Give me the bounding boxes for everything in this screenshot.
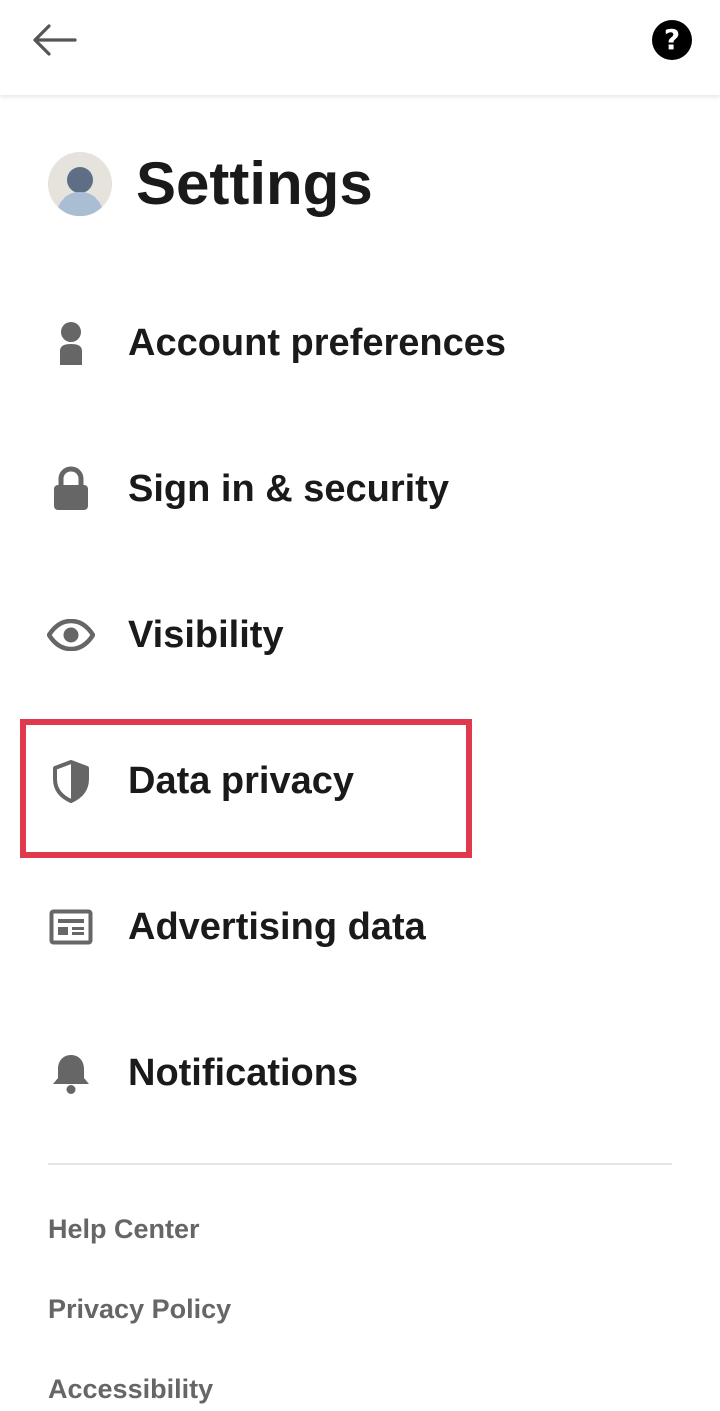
settings-item-sign-in-security[interactable]: Sign in & security [0,416,720,562]
eye-icon [46,610,96,660]
settings-item-account-preferences[interactable]: Account preferences [0,270,720,416]
settings-item-label: Advertising data [128,906,426,948]
settings-item-advertising-data[interactable]: Advertising data [0,854,720,1000]
lock-icon [46,464,96,514]
settings-item-notifications[interactable]: Notifications [0,1000,720,1146]
settings-item-data-privacy[interactable]: Data privacy [0,708,720,854]
settings-item-visibility[interactable]: Visibility [0,562,720,708]
footer-link-accessibility[interactable]: Accessibility [48,1369,213,1409]
back-button[interactable] [22,14,86,66]
settings-item-label: Visibility [128,614,284,656]
settings-item-label: Account preferences [128,322,507,364]
settings-item-label: Notifications [128,1052,359,1094]
arrow-left-icon [33,24,77,56]
newspaper-icon [46,902,96,952]
question-circle-icon: ? [652,20,692,60]
avatar[interactable] [48,152,112,216]
top-app-bar: ? [0,0,720,95]
settings-item-label: Sign in & security [128,468,449,510]
help-button[interactable]: ? [646,14,698,66]
divider [48,1163,672,1165]
footer-link-privacy-policy[interactable]: Privacy Policy [48,1289,231,1329]
person-icon [46,318,96,368]
page-title: Settings [136,150,373,217]
settings-item-label: Data privacy [128,760,355,802]
user-avatar-icon [48,152,112,216]
footer-link-help-center[interactable]: Help Center [48,1209,200,1249]
bell-icon [46,1048,96,1098]
shield-icon [46,756,96,806]
